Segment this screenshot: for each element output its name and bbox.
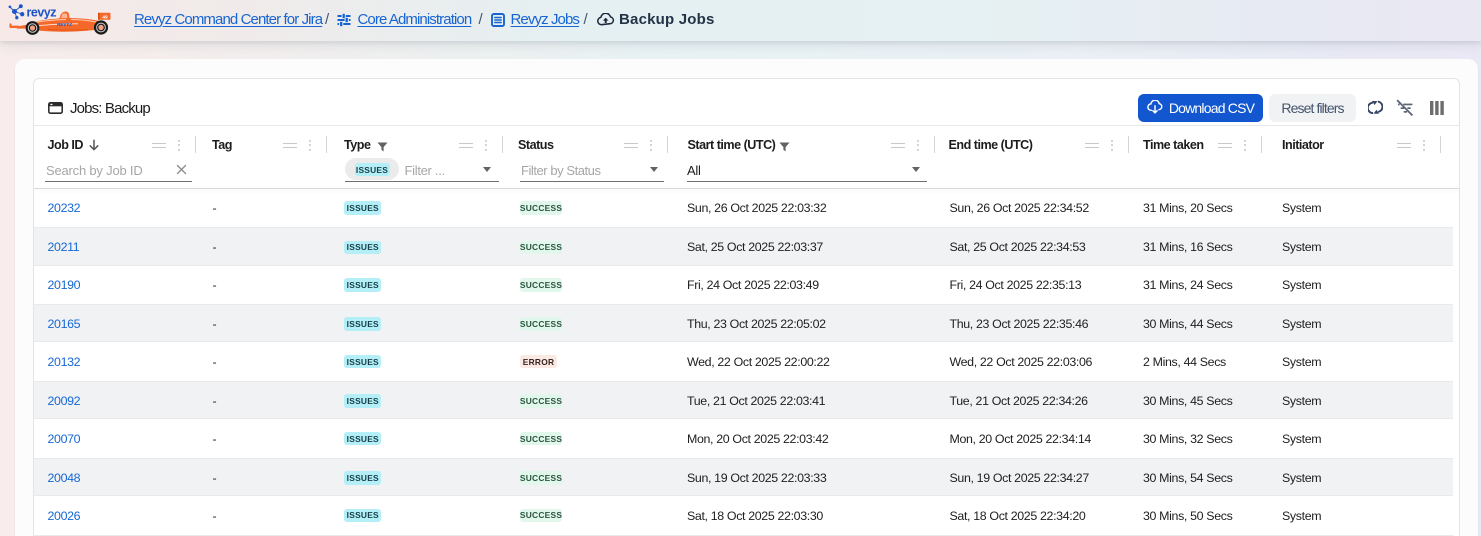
- svg-text:revyz: revyz: [27, 6, 57, 20]
- svg-text:49: 49: [102, 14, 108, 20]
- svg-text:REVYZ: REVYZ: [57, 22, 72, 27]
